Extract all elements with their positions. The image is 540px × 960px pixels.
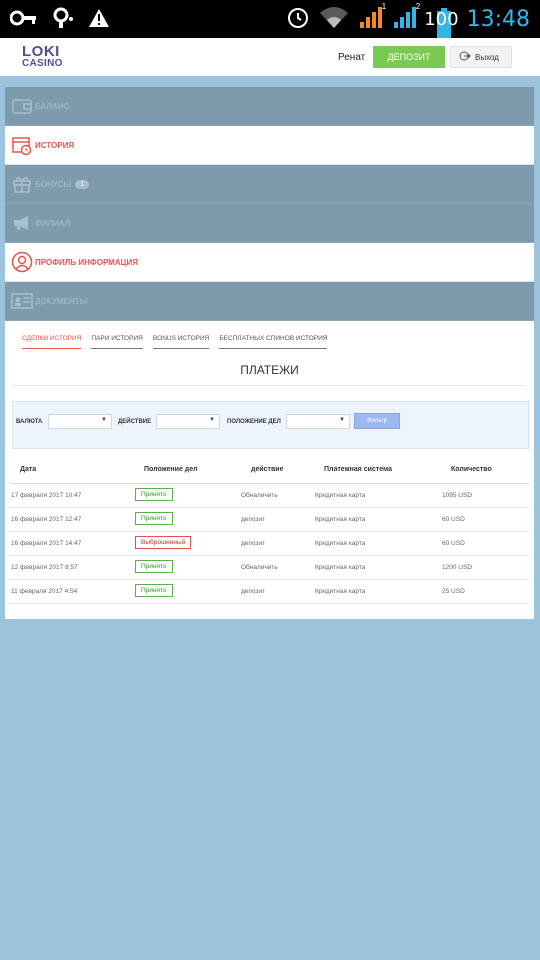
status-badge: Принято <box>135 488 173 501</box>
status-label: ПОЛОЖЕНИЕ ДЕЛ <box>227 419 281 425</box>
menu-item-documents[interactable]: ДОКУМЕНТЫ <box>5 282 534 321</box>
cell-action: депозит <box>241 540 266 547</box>
cell-payment-system: Кредитная карта <box>315 492 366 499</box>
cell-action: депозит <box>241 588 266 595</box>
menu-item-bonuses[interactable]: БОНУСЫ 1 <box>5 165 534 204</box>
table-row: 11 февраля 2017 4:54 Принято депозит Кре… <box>10 580 529 604</box>
status-select[interactable]: ▼ <box>286 414 350 429</box>
account-menu: БАЛАНС ИСТОРИЯ БОНУСЫ 1 ФИЛИАЛ ПРОФИЛЬ И… <box>5 87 534 321</box>
menu-label: ПРОФИЛЬ ИНФОРМАЦИЯ <box>35 257 138 267</box>
table-row: 12 февраля 2017 8:57 Принято Обналичить … <box>10 556 529 580</box>
sim2-label: 2 <box>415 2 421 11</box>
section-title: ПЛАТЕЖИ <box>240 363 299 377</box>
logo-bottom-text: CASINO <box>22 58 63 69</box>
logo[interactable]: LOKI CASINO <box>22 44 63 69</box>
logout-button[interactable]: Выход <box>450 46 512 68</box>
status-badge: Принято <box>135 584 173 597</box>
action-select[interactable]: ▼ <box>156 414 220 429</box>
status-bar: 1 2 100 13:48 <box>0 0 540 38</box>
menu-label: ФИЛИАЛ <box>35 218 71 228</box>
user-icon <box>11 251 33 273</box>
cell-amount: 60 USD <box>442 516 465 523</box>
history-tabs: СДЕЛКИ ИСТОРИЯ ПАРИ ИСТОРИЯ BONUS ИСТОРИ… <box>22 335 328 349</box>
currency-select[interactable]: ▼ <box>48 414 112 429</box>
table-row: 16 февраля 2017 12:47 Принято депозит Кр… <box>10 508 529 532</box>
filter-bar: ВАЛЮТА ▼ ДЕЙСТВИЕ ▼ ПОЛОЖЕНИЕ ДЕЛ ▼ Филь… <box>12 401 529 449</box>
cell-date: 17 февраля 2017 10:47 <box>11 492 82 499</box>
status-badge: Выброшенный <box>135 536 192 549</box>
menu-label: БОНУСЫ <box>35 179 72 189</box>
column-header-amount: Количество <box>451 466 492 473</box>
column-header-status: Положение дел <box>144 466 198 473</box>
menu-label: ИСТОРИЯ <box>35 140 75 150</box>
bonus-count-badge: 1 <box>75 179 90 189</box>
column-header-action: действие <box>251 466 284 473</box>
alarm-icon <box>286 5 310 34</box>
cell-action: Обналичить <box>241 564 278 571</box>
menu-label: БАЛАНС <box>35 101 70 111</box>
cell-date: 11 февраля 2017 4:54 <box>11 588 78 595</box>
menu-label: ДОКУМЕНТЫ <box>35 296 88 306</box>
menu-item-profile[interactable]: ПРОФИЛЬ ИНФОРМАЦИЯ <box>5 243 534 282</box>
menu-item-balance[interactable]: БАЛАНС <box>5 87 534 126</box>
column-header-payment-system: Платежная система <box>324 466 393 473</box>
dropdown-arrow-icon: ▼ <box>209 417 215 423</box>
warning-icon <box>88 8 110 33</box>
cell-date: 12 февраля 2017 8:57 <box>11 564 78 571</box>
cell-payment-system: Кредитная карта <box>315 516 366 523</box>
logo-top-text: LOKI <box>22 43 60 60</box>
table-row: 17 февраля 2017 10:47 Принято Обналичить… <box>10 484 529 508</box>
cell-amount: 60 USD <box>442 540 465 547</box>
dropdown-arrow-icon: ▼ <box>339 417 345 423</box>
megaphone-icon <box>11 212 33 234</box>
wallet-icon <box>11 95 33 117</box>
filter-button[interactable]: Фильтр <box>354 413 400 429</box>
logout-icon <box>459 51 471 63</box>
battery-icon: 100 <box>424 8 459 38</box>
tab-bonus-history[interactable]: BONUS ИСТОРИЯ <box>152 335 210 349</box>
sim1-label: 1 <box>381 2 387 11</box>
column-header-date: Дата <box>20 466 37 473</box>
logout-label: Выход <box>475 52 499 62</box>
tab-transactions-history[interactable]: СДЕЛКИ ИСТОРИЯ <box>22 335 82 349</box>
tab-bets-history[interactable]: ПАРИ ИСТОРИЯ <box>91 335 143 349</box>
battery-level: 100 <box>424 9 459 30</box>
clock: 13:48 <box>466 7 530 32</box>
divider <box>12 385 526 386</box>
cell-action: Обналичить <box>241 492 278 499</box>
currency-label: ВАЛЮТА <box>16 419 43 425</box>
calendar-clock-icon <box>11 134 33 156</box>
gift-icon <box>11 173 33 195</box>
signal-sim1-icon: 1 <box>358 2 387 35</box>
key-icon <box>9 8 38 33</box>
top-header: LOKI CASINO Ренат ДЕПОЗИТ Выход <box>0 38 540 76</box>
deposit-button[interactable]: ДЕПОЗИТ <box>373 46 445 68</box>
menu-item-history[interactable]: ИСТОРИЯ <box>5 126 534 165</box>
cell-amount: 1095 USD <box>442 492 472 499</box>
cell-payment-system: Кредитная карта <box>315 540 366 547</box>
tab-free-spins-history[interactable]: БЕСПЛАТНЫХ СПИНОВ ИСТОРИЯ <box>219 335 328 349</box>
dropdown-arrow-icon: ▼ <box>101 417 107 423</box>
cell-amount: 1200 USD <box>442 564 472 571</box>
cell-date: 16 февраля 2017 12:47 <box>11 516 82 523</box>
key-sync-icon <box>52 7 74 34</box>
cell-action: депозит <box>241 516 266 523</box>
menu-item-affiliate[interactable]: ФИЛИАЛ <box>5 204 534 243</box>
cell-date: 16 февраля 2017 14:47 <box>11 540 82 547</box>
cell-payment-system: Кредитная карта <box>315 564 366 571</box>
history-panel: СДЕЛКИ ИСТОРИЯ ПАРИ ИСТОРИЯ BONUS ИСТОРИ… <box>5 321 534 619</box>
signal-sim2-icon: 2 <box>392 2 421 35</box>
table-row: 16 февраля 2017 14:47 Выброшенный депози… <box>10 532 529 556</box>
status-badge: Принято <box>135 560 173 573</box>
cell-amount: 25 USD <box>442 588 465 595</box>
username[interactable]: Ренат <box>338 52 365 63</box>
cell-payment-system: Кредитная карта <box>315 588 366 595</box>
wifi-icon <box>318 5 350 34</box>
action-label: ДЕЙСТВИЕ <box>118 419 152 425</box>
status-badge: Принято <box>135 512 173 525</box>
id-card-icon <box>11 290 33 312</box>
